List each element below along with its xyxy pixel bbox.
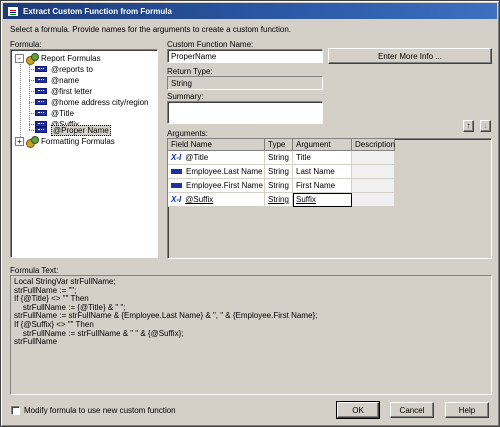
type-cell: String [265,165,293,179]
collapse-icon[interactable]: - [15,53,24,63]
field-name-cell: @Suffix [185,195,214,204]
formula-x-icon: X-I [171,153,182,162]
table-row[interactable]: Employee.Last Name [168,165,265,179]
tree-node-label: Report Formulas [41,53,101,63]
tree-item-label: @reports to [51,64,93,74]
cancel-button[interactable]: Cancel [390,402,434,418]
formula-field-icon [35,110,47,116]
move-down-button[interactable]: ↓ [480,120,491,132]
description-cell[interactable] [352,151,395,165]
column-header-field-name[interactable]: Field Name [168,139,265,151]
formula-label: Formula: [10,40,42,49]
tree-item-label: @home address city/region [51,97,149,107]
tree-item-label: @Title [51,108,74,118]
code-line: strFullName [14,337,58,347]
custom-function-name-input[interactable]: ProperName [167,49,323,63]
code-line: Local StringVar strFullName; [14,277,116,286]
title-bar: Extract Custom Function from Formula [3,3,497,19]
formula-group-icon [26,135,39,148]
formula-field-icon [35,88,47,94]
formula-field-icon [35,127,47,133]
formula-tree[interactable]: - Report Formulas @reports to @name @fir… [10,49,158,258]
modify-formula-label[interactable]: Modify formula to use new custom functio… [24,406,176,415]
arrow-down-icon: ↓ [483,121,488,130]
enter-more-info-button[interactable]: Enter More Info ... [328,48,492,64]
formula-text-label: Formula Text: [10,266,59,275]
type-cell: String [265,151,293,165]
move-up-button[interactable]: ↑ [463,120,474,132]
field-name-cell: Employee.First Name [186,181,263,190]
app-icon [7,5,19,17]
window-title: Extract Custom Function from Formula [23,6,172,16]
formula-x-icon: X-I [171,195,182,204]
database-field-icon [171,169,182,175]
table-row[interactable]: X-I @Title [168,151,265,165]
tree-item-label: @first letter [51,86,93,96]
return-type-label: Return Type: [167,67,213,76]
column-header-argument-name[interactable]: Argument Name [293,139,352,161]
type-cell: String [265,193,293,207]
column-header-type[interactable]: Type [265,139,293,151]
type-cell: String [265,179,293,193]
column-header-description[interactable]: Description [352,139,395,151]
tree-item-label-selected: @Proper Name [51,124,111,136]
tree-item-label: @name [51,75,80,85]
description-cell[interactable] [352,193,395,207]
table-row[interactable]: Employee.First Name [168,179,265,193]
arguments-label: Arguments: [167,129,208,138]
help-button[interactable]: Help [445,402,489,418]
formula-text-area: Local StringVar strFullName; strFullName… [10,275,492,395]
arguments-grid[interactable]: Field Name Type Argument Name Descriptio… [167,138,492,259]
code-line: strFullName := strFullName & " " & {@Suf… [14,328,184,338]
custom-function-name-label: Custom Function Name: [167,40,254,49]
formula-group-icon [26,52,39,65]
formula-field-icon [35,99,47,105]
argument-name-edit-field[interactable]: Suffix [293,193,352,207]
argument-name-cell[interactable]: Title [293,151,352,165]
formula-field-icon [35,66,47,72]
table-row-selected[interactable]: X-I @Suffix [168,193,265,207]
arrow-up-icon: ↑ [466,121,471,130]
extract-function-dialog: Extract Custom Function from Formula Sel… [0,0,500,427]
field-name-cell: Employee.Last Name [186,167,263,176]
description-cell[interactable] [352,165,395,179]
field-name-cell: @Title [185,153,209,162]
argument-name-cell[interactable]: First Name [293,179,352,193]
summary-label: Summary: [167,92,204,101]
expand-icon[interactable]: + [15,136,24,146]
return-type-field: String [167,76,323,90]
ok-button[interactable]: OK [336,401,380,419]
instructions-text: Select a formula. Provide names for the … [10,25,292,34]
tree-node-label: Formatting Formulas [41,136,115,146]
summary-input[interactable] [167,101,323,124]
modify-formula-checkbox[interactable] [11,406,20,415]
description-cell[interactable] [352,179,395,193]
argument-name-cell[interactable]: Last Name [293,165,352,179]
database-field-icon [171,183,182,189]
tree-node-formatting-formulas[interactable]: + Formatting Formulas [15,135,115,148]
formula-field-icon [35,77,47,83]
